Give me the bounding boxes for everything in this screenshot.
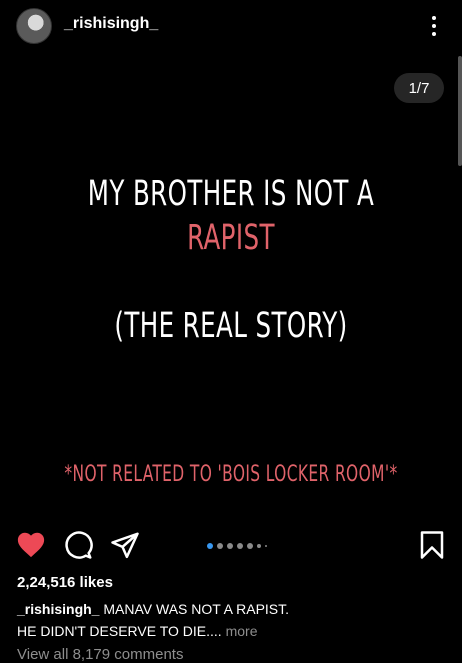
carousel-dot-active (207, 543, 213, 549)
slide-line-4: *NOT RELATED TO 'BOIS LOCKER ROOM'* (64, 462, 398, 487)
comment-icon[interactable] (63, 530, 93, 565)
carousel-dot (227, 543, 233, 549)
view-all-comments-link[interactable]: View all 8,179 comments (17, 646, 183, 663)
post-image[interactable]: 1/7 MY BROTHER IS NOT A RAPIST (THE REAL… (0, 56, 462, 522)
action-bar (0, 528, 462, 564)
caption-more-link[interactable]: more (226, 623, 258, 639)
carousel-dot (237, 543, 243, 549)
heart-icon[interactable] (16, 530, 46, 563)
caption-line-1: _rishisingh_ MANAV WAS NOT A RAPIST. (17, 598, 447, 620)
scrollbar[interactable] (458, 56, 462, 166)
caption-username[interactable]: _rishisingh_ (17, 601, 99, 617)
more-options-icon[interactable] (424, 14, 444, 38)
carousel-dot (247, 543, 253, 549)
avatar[interactable] (16, 8, 52, 44)
carousel-indicator (207, 543, 267, 549)
slide-line-2: RAPIST (187, 218, 275, 258)
more-dot (432, 16, 436, 20)
slide-line-1: MY BROTHER IS NOT A (87, 174, 375, 214)
post-caption: _rishisingh_ MANAV WAS NOT A RAPIST. HE … (17, 598, 447, 642)
bookmark-icon[interactable] (418, 530, 446, 565)
post-username[interactable]: _rishisingh_ (64, 15, 158, 33)
likes-count[interactable]: 2,24,516 likes (17, 574, 113, 591)
caption-text-2: HE DIDN'T DESERVE TO DIE.... (17, 623, 222, 639)
more-dot (432, 32, 436, 36)
share-icon[interactable] (110, 530, 140, 565)
carousel-dot (257, 544, 261, 548)
caption-line-2: HE DIDN'T DESERVE TO DIE.... more (17, 620, 447, 642)
more-dot (432, 24, 436, 28)
carousel-dot (265, 545, 267, 547)
carousel-dot (217, 543, 223, 549)
post-header: _rishisingh_ (0, 0, 462, 54)
slide-counter: 1/7 (394, 73, 444, 103)
caption-text-1: MANAV WAS NOT A RAPIST. (103, 601, 290, 617)
slide-line-3: (THE REAL STORY) (114, 306, 348, 346)
